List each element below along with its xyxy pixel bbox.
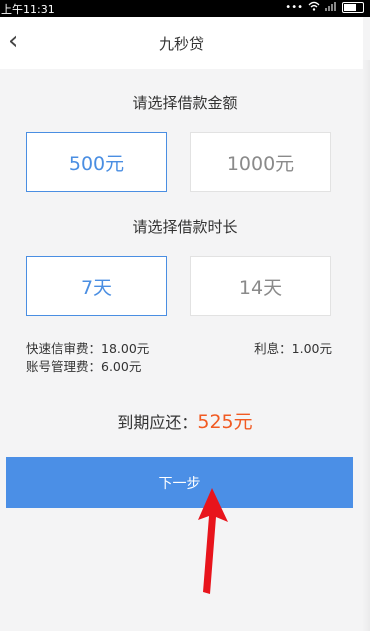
duration-option-7[interactable]: 7天	[26, 256, 167, 316]
next-step-button[interactable]: 下一步	[6, 457, 353, 508]
wifi-icon	[308, 1, 320, 14]
duration-option-14[interactable]: 14天	[190, 256, 331, 316]
page-title: 九秒贷	[158, 35, 204, 53]
account-fee: 账号管理费：6.00元	[26, 359, 142, 374]
status-icons: •••	[285, 1, 364, 14]
repay-summary: 到期应还：525元	[0, 407, 370, 434]
repay-label: 到期应还：	[117, 413, 198, 432]
fee-list: 快速信审费：18.00元 账号管理费：6.00元	[26, 340, 149, 376]
red-arrow-icon	[198, 488, 228, 594]
amount-option-1000[interactable]: 1000元	[190, 132, 331, 192]
nav-bar: ‹ 九秒贷	[0, 17, 363, 69]
status-time: 上午11:31	[1, 3, 55, 16]
screen-edge	[362, 60, 370, 631]
dots-icon: •••	[285, 2, 303, 13]
review-fee: 快速信审费：18.00元	[26, 341, 150, 356]
amount-section-label: 请选择借款金额	[132, 94, 238, 112]
interest-fee: 利息：1.00元	[254, 341, 332, 356]
signal-icon	[325, 1, 337, 14]
duration-section-label: 请选择借款时长	[132, 218, 238, 236]
status-bar: 上午11:31 •••	[0, 0, 370, 17]
repay-amount: 525元	[197, 411, 253, 433]
battery-icon	[342, 2, 364, 13]
amount-option-500[interactable]: 500元	[26, 132, 167, 192]
